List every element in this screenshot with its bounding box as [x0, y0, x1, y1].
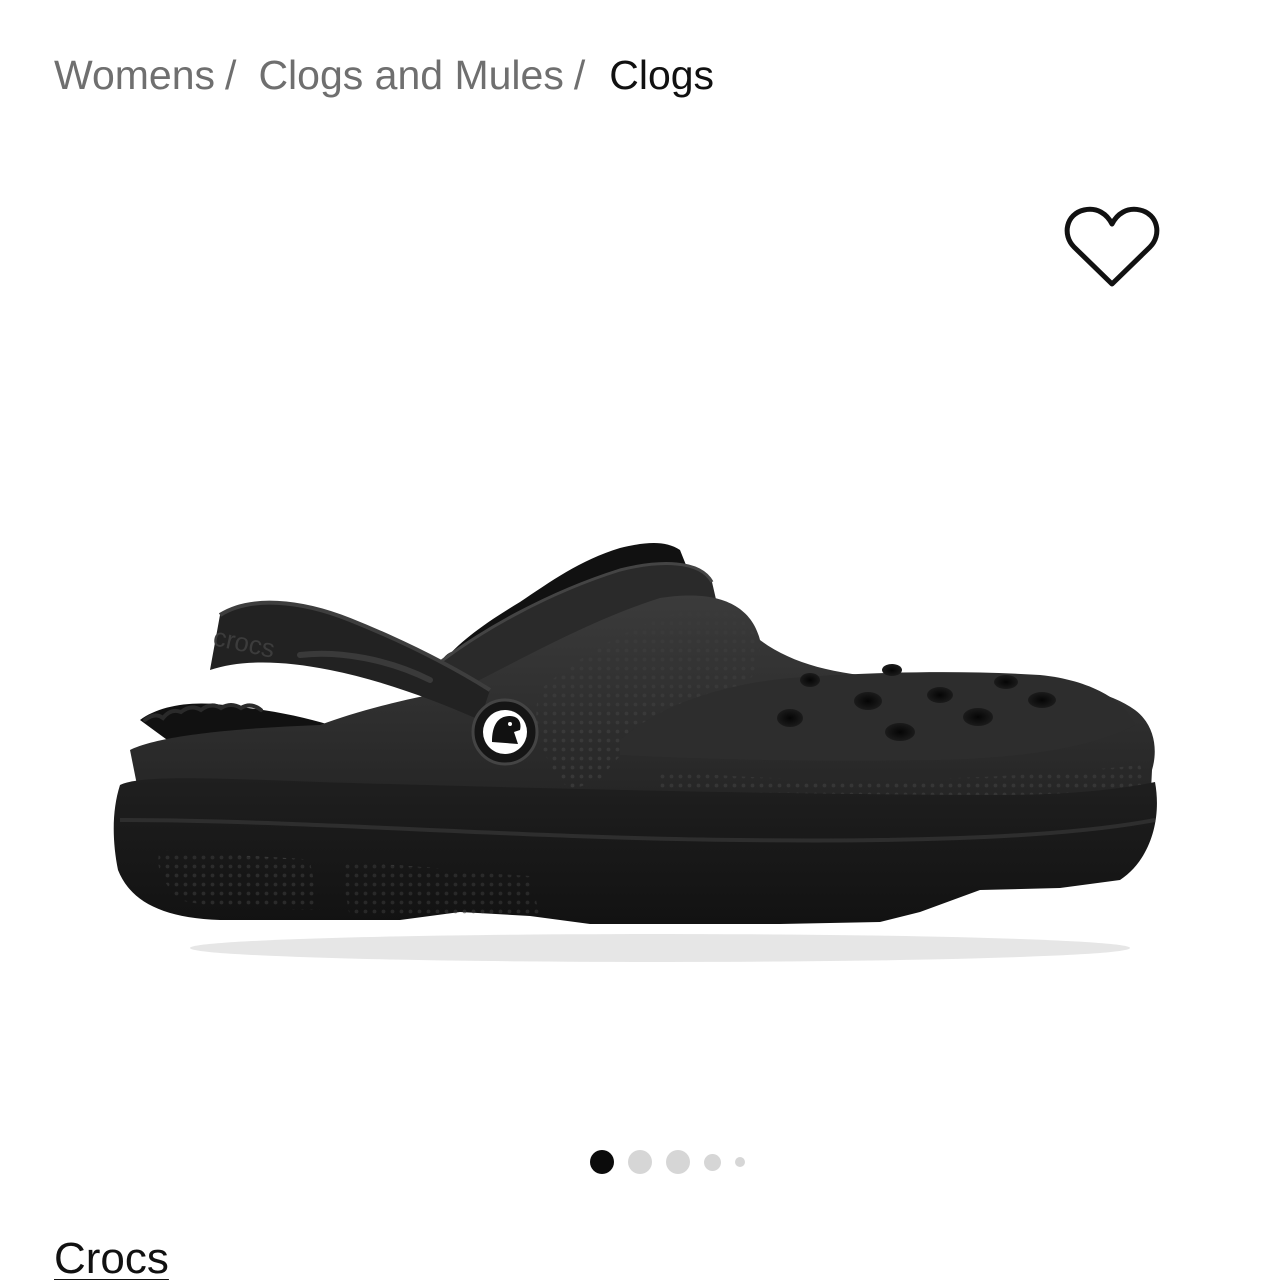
- gallery-dot-4[interactable]: [704, 1153, 721, 1171]
- gallery-dot-5[interactable]: [735, 1157, 745, 1167]
- gallery-dot-3[interactable]: [666, 1150, 690, 1174]
- breadcrumb-current-clogs: Clogs: [609, 52, 715, 98]
- gallery-dot-2[interactable]: [628, 1150, 652, 1174]
- breadcrumb: Womens / Clogs and Mules / Clogs: [54, 48, 714, 102]
- product-image[interactable]: crocs: [100, 520, 1180, 980]
- breadcrumb-link-clogs-and-mules[interactable]: Clogs and Mules: [258, 48, 563, 102]
- breadcrumb-separator: /: [573, 52, 586, 98]
- breadcrumb-separator: /: [225, 52, 237, 98]
- clog-shoe-image: crocs: [113, 543, 1157, 962]
- heart-outline-icon: [1064, 206, 1160, 287]
- gallery-pagination: [590, 1150, 759, 1174]
- gallery-dot-1[interactable]: [590, 1150, 614, 1174]
- product-page: Womens / Clogs and Mules / Clogs crocs C…: [0, 0, 1280, 1280]
- breadcrumb-link-womens[interactable]: Womens: [54, 48, 215, 102]
- wishlist-button[interactable]: [1062, 202, 1162, 292]
- brand-link[interactable]: Crocs: [54, 1232, 169, 1280]
